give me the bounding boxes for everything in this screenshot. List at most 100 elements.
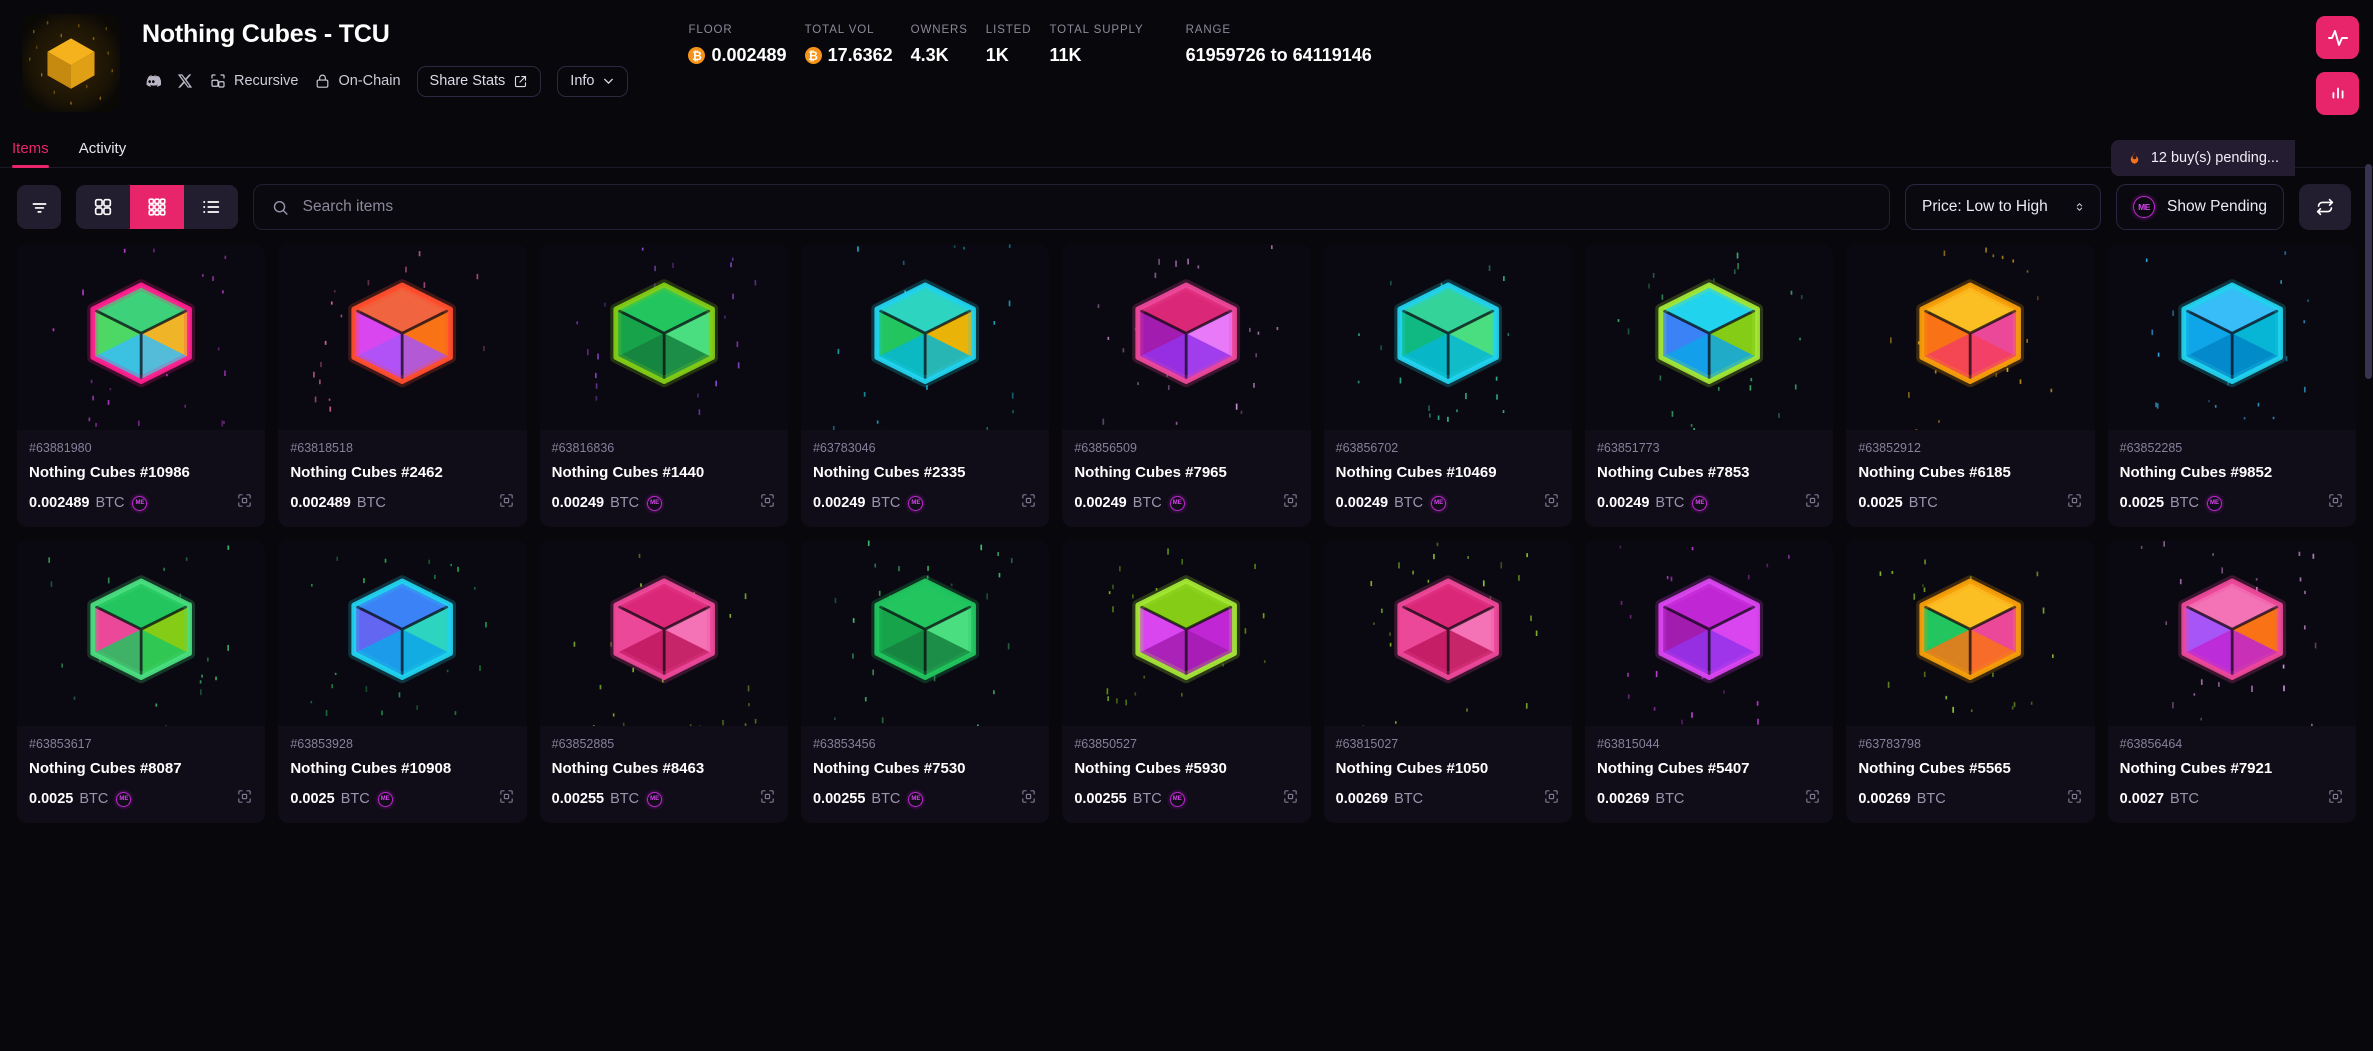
expand-icon[interactable]: [498, 492, 515, 514]
stat-label: RANGE: [1186, 24, 1372, 36]
pending-buys-toast[interactable]: 12 buy(s) pending...: [2111, 140, 2295, 176]
expand-icon[interactable]: [759, 492, 776, 514]
pending-filter-select[interactable]: ME Show Pending: [2116, 184, 2284, 230]
expand-icon[interactable]: [1543, 788, 1560, 810]
item-card[interactable]: #63881980Nothing Cubes #109860.002489BTC…: [17, 244, 265, 527]
recursive-icon: [209, 72, 227, 90]
expand-icon[interactable]: [1282, 492, 1299, 514]
cube-logo-icon: [43, 35, 99, 91]
expand-icon[interactable]: [2066, 492, 2083, 514]
expand-icon[interactable]: [1804, 492, 1821, 514]
item-price: 0.00255: [552, 791, 604, 807]
item-name: Nothing Cubes #8463: [552, 760, 776, 777]
item-card[interactable]: #63816836Nothing Cubes #14400.00249BTCME: [540, 244, 788, 527]
item-card[interactable]: #63852285Nothing Cubes #98520.0025BTCME: [2108, 244, 2356, 527]
item-inscription-id: #63852885: [552, 737, 776, 751]
expand-icon[interactable]: [759, 788, 776, 810]
item-artwork: [1846, 244, 2094, 430]
stat-label: OWNERS: [911, 24, 968, 36]
refresh-button[interactable]: [2299, 184, 2351, 230]
item-currency: BTC: [341, 791, 370, 807]
item-card[interactable]: #63818518Nothing Cubes #24620.002489BTC: [278, 244, 526, 527]
magic-eden-icon: ME: [2207, 496, 2222, 511]
item-price-row: 0.00255BTCME: [1074, 788, 1298, 810]
item-artwork: [17, 540, 265, 726]
tab-items[interactable]: Items: [12, 140, 49, 167]
tab-activity[interactable]: Activity: [79, 140, 127, 167]
page-scrollbar[interactable]: [2365, 128, 2372, 1051]
header-meta-row: Recursive On-Chain Share Stats Info: [142, 66, 628, 96]
item-artwork: [540, 540, 788, 726]
filter-button[interactable]: [17, 185, 61, 229]
item-info: #63818518Nothing Cubes #24620.002489BTC: [278, 430, 526, 527]
floating-action-buttons: [2316, 16, 2359, 115]
bar-chart-fab[interactable]: [2316, 72, 2359, 115]
sort-select-value: Price: Low to High: [1922, 198, 2061, 216]
discord-icon[interactable]: [142, 72, 161, 91]
item-card[interactable]: #63815044Nothing Cubes #54070.00269BTC: [1585, 540, 1833, 823]
expand-icon[interactable]: [236, 788, 253, 810]
expand-icon[interactable]: [1020, 492, 1037, 514]
item-price: 0.00255: [813, 791, 865, 807]
sort-select[interactable]: Price: Low to High: [1905, 184, 2101, 230]
header-main: Nothing Cubes - TCU Recursive: [142, 14, 628, 96]
search-input[interactable]: [303, 198, 1872, 216]
stat-floor: FLOOR₿0.002489: [688, 24, 804, 66]
filter-icon: [29, 197, 50, 218]
expand-icon[interactable]: [1020, 788, 1037, 810]
item-inscription-id: #63783046: [813, 441, 1037, 455]
expand-icon[interactable]: [498, 788, 515, 810]
item-card[interactable]: #63856464Nothing Cubes #79210.0027BTC: [2108, 540, 2356, 823]
magic-eden-icon: ME: [2133, 196, 2155, 218]
item-currency: BTC: [2170, 791, 2199, 807]
stat-label: TOTAL SUPPLY: [1049, 24, 1143, 36]
item-info: #63852885Nothing Cubes #84630.00255BTCME: [540, 726, 788, 823]
item-inscription-id: #63856464: [2120, 737, 2344, 751]
recursive-label: Recursive: [234, 73, 298, 89]
expand-icon[interactable]: [1804, 788, 1821, 810]
expand-icon[interactable]: [236, 492, 253, 514]
expand-icon[interactable]: [2327, 788, 2344, 810]
item-price-row: 0.0027BTC: [2120, 788, 2344, 810]
item-card[interactable]: #63853928Nothing Cubes #109080.0025BTCME: [278, 540, 526, 823]
grid-small-view-button[interactable]: [130, 185, 184, 229]
item-card[interactable]: #63856702Nothing Cubes #104690.00249BTCM…: [1324, 244, 1572, 527]
section-tabs: Items Activity: [0, 128, 2373, 168]
expand-icon[interactable]: [1543, 492, 1560, 514]
list-view-button[interactable]: [184, 185, 238, 229]
x-icon[interactable]: [177, 73, 193, 89]
item-currency: BTC: [2170, 495, 2199, 511]
item-artwork: [1585, 540, 1833, 726]
item-card[interactable]: #63853456Nothing Cubes #75300.00255BTCME: [801, 540, 1049, 823]
item-card[interactable]: #63853617Nothing Cubes #80870.0025BTCME: [17, 540, 265, 823]
onchain-label: On-Chain: [338, 73, 400, 89]
item-card[interactable]: #63852885Nothing Cubes #84630.00255BTCME: [540, 540, 788, 823]
item-currency: BTC: [871, 791, 900, 807]
info-button[interactable]: Info: [557, 66, 628, 97]
item-card[interactable]: #63856509Nothing Cubes #79650.00249BTCME: [1062, 244, 1310, 527]
item-currency: BTC: [871, 495, 900, 511]
search-box[interactable]: [253, 184, 1890, 230]
scrollbar-thumb[interactable]: [2365, 164, 2372, 379]
item-card[interactable]: #63852912Nothing Cubes #61850.0025BTC: [1846, 244, 2094, 527]
item-price-row: 0.0025BTC: [1858, 492, 2082, 514]
item-name: Nothing Cubes #10908: [290, 760, 514, 777]
expand-icon[interactable]: [2327, 492, 2344, 514]
item-card[interactable]: #63783798Nothing Cubes #55650.00269BTC: [1846, 540, 2094, 823]
item-name: Nothing Cubes #1050: [1336, 760, 1560, 777]
item-currency: BTC: [1394, 791, 1423, 807]
item-currency: BTC: [610, 791, 639, 807]
item-card[interactable]: #63783046Nothing Cubes #23350.00249BTCME: [801, 244, 1049, 527]
expand-icon[interactable]: [2066, 788, 2083, 810]
magic-eden-icon: ME: [647, 496, 662, 511]
item-card[interactable]: #63815027Nothing Cubes #10500.00269BTC: [1324, 540, 1572, 823]
item-card[interactable]: #63851773Nothing Cubes #78530.00249BTCME: [1585, 244, 1833, 527]
share-stats-button[interactable]: Share Stats: [417, 66, 542, 97]
activity-pulse-fab[interactable]: [2316, 16, 2359, 59]
grid-large-view-button[interactable]: [76, 185, 130, 229]
item-artwork: [278, 540, 526, 726]
item-name: Nothing Cubes #1440: [552, 464, 776, 481]
item-price: 0.0025: [29, 791, 73, 807]
item-card[interactable]: #63850527Nothing Cubes #59300.00255BTCME: [1062, 540, 1310, 823]
expand-icon[interactable]: [1282, 788, 1299, 810]
